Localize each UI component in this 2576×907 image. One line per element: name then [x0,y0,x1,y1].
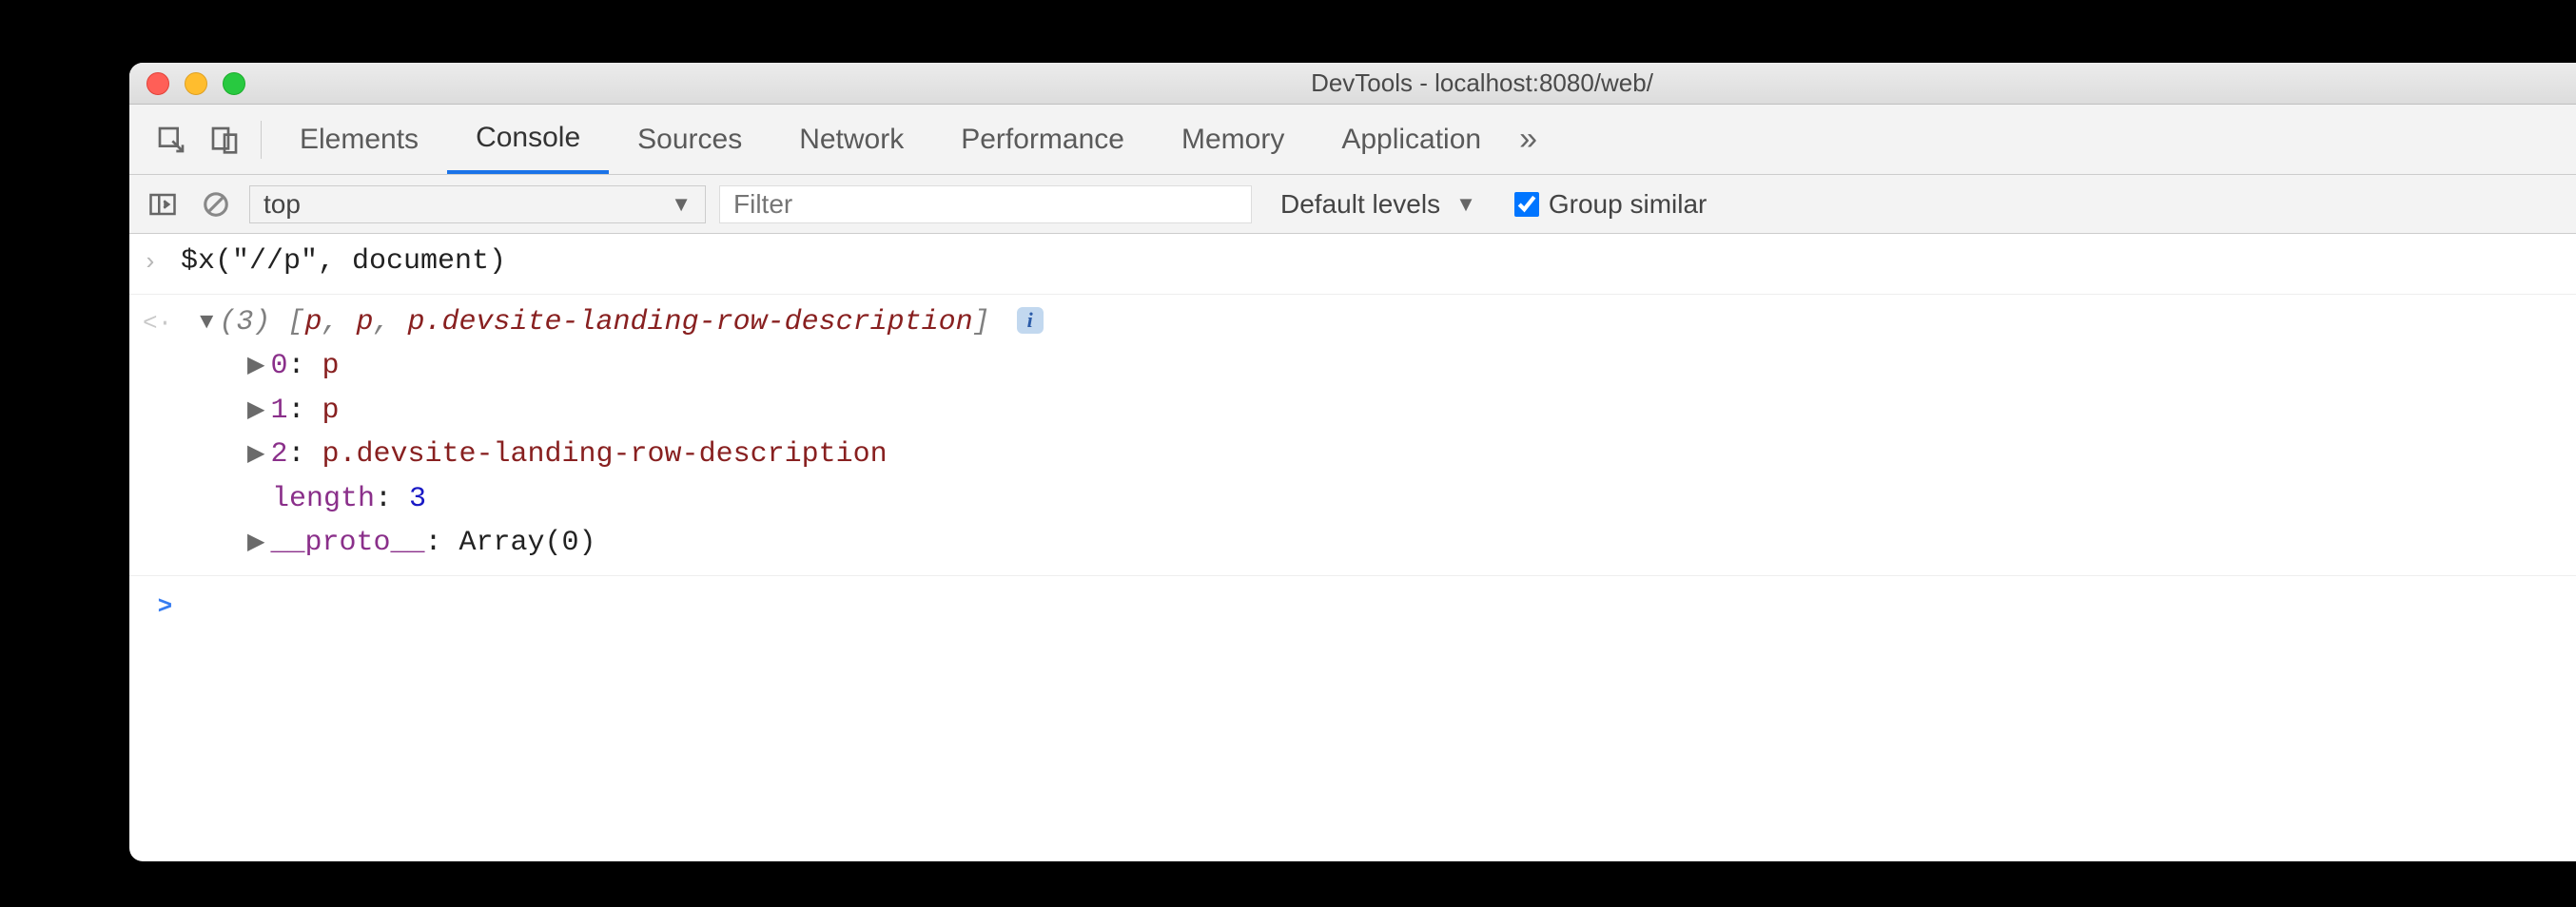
result-length: length: 3 [181,477,2576,522]
result-item-2: p.devsite-landing-row-description [408,306,973,338]
device-toggle-icon[interactable] [198,125,251,155]
tab-sources[interactable]: Sources [609,105,771,174]
titlebar: DevTools - localhost:8080/web/ [129,63,2576,105]
result-entry-1[interactable]: ▶1: p [181,389,2576,434]
panel-tabs: Elements Console Sources Network Perform… [129,105,2576,175]
prompt-icon: > [143,584,181,626]
group-similar-input[interactable] [1514,192,1539,217]
tab-memory[interactable]: Memory [1153,105,1313,174]
result-proto[interactable]: ▶__proto__: Array(0) [181,521,2576,566]
chevron-down-icon: ▼ [671,192,692,217]
console-result-row[interactable]: <· ▼(3) [p, p, p.devsite-landing-row-des… [129,295,2576,576]
result-item-1: p [356,306,373,338]
log-levels-selector[interactable]: Default levels ▼ [1265,189,1492,220]
disclosure-right-icon[interactable]: ▶ [247,349,264,384]
proto-value: Array(0) [459,527,596,559]
group-similar-checkbox[interactable]: Group similar [1505,189,1716,220]
tab-console[interactable]: Console [447,105,609,174]
group-similar-label: Group similar [1549,189,1707,220]
tab-application[interactable]: Application [1313,105,1510,174]
filter-input[interactable] [719,185,1252,223]
result-entry-0[interactable]: ▶0: p [181,344,2576,389]
output-prompt-icon: <· [143,300,181,342]
result-count: (3) [219,306,270,338]
entry-index: 0 [270,350,287,382]
disclosure-right-icon[interactable]: ▶ [247,394,264,429]
length-label: length [272,483,375,515]
toggle-sidebar-icon[interactable] [143,190,183,219]
divider [261,121,262,159]
tab-network[interactable]: Network [771,105,932,174]
info-icon[interactable]: i [1017,307,1044,334]
entry-index: 1 [270,395,287,427]
result-item-0: p [304,306,322,338]
console-input-text: $x("//p", document) [181,240,2576,284]
entry-value: p [322,395,340,427]
context-selector[interactable]: top ▼ [249,185,706,223]
entry-value: p [322,350,340,382]
tab-performance[interactable]: Performance [932,105,1153,174]
inspect-icon[interactable] [145,125,198,155]
more-tabs-icon[interactable]: » [1519,121,1537,158]
console-output: › $x("//p", document) <· ▼(3) [p, p, p.d… [129,234,2576,639]
input-prompt-icon: › [143,240,181,281]
disclosure-down-icon[interactable]: ▼ [200,305,213,340]
console-toolbar: top ▼ Default levels ▼ Group similar [129,175,2576,234]
window-title: DevTools - localhost:8080/web/ [129,68,2576,98]
console-input-row[interactable]: › $x("//p", document) [129,234,2576,295]
bracket-close: ] [973,306,990,338]
disclosure-right-icon[interactable]: ▶ [247,437,264,473]
entry-value: p.devsite-landing-row-description [322,438,888,471]
tab-elements[interactable]: Elements [271,105,447,174]
entry-index: 2 [270,438,287,471]
chevron-down-icon: ▼ [1455,192,1476,217]
length-value: 3 [409,483,426,515]
result-summary[interactable]: ▼(3) [p, p, p.devsite-landing-row-descri… [181,300,2576,345]
console-prompt[interactable]: > [129,576,2576,639]
levels-label: Default levels [1280,189,1440,220]
context-value: top [263,189,301,220]
clear-console-icon[interactable] [196,190,236,219]
disclosure-right-icon[interactable]: ▶ [247,526,264,561]
bracket-open: [ [287,306,304,338]
proto-label: __proto__ [270,527,424,559]
result-entry-2[interactable]: ▶2: p.devsite-landing-row-description [181,433,2576,477]
devtools-window: DevTools - localhost:8080/web/ Elements … [129,63,2576,861]
